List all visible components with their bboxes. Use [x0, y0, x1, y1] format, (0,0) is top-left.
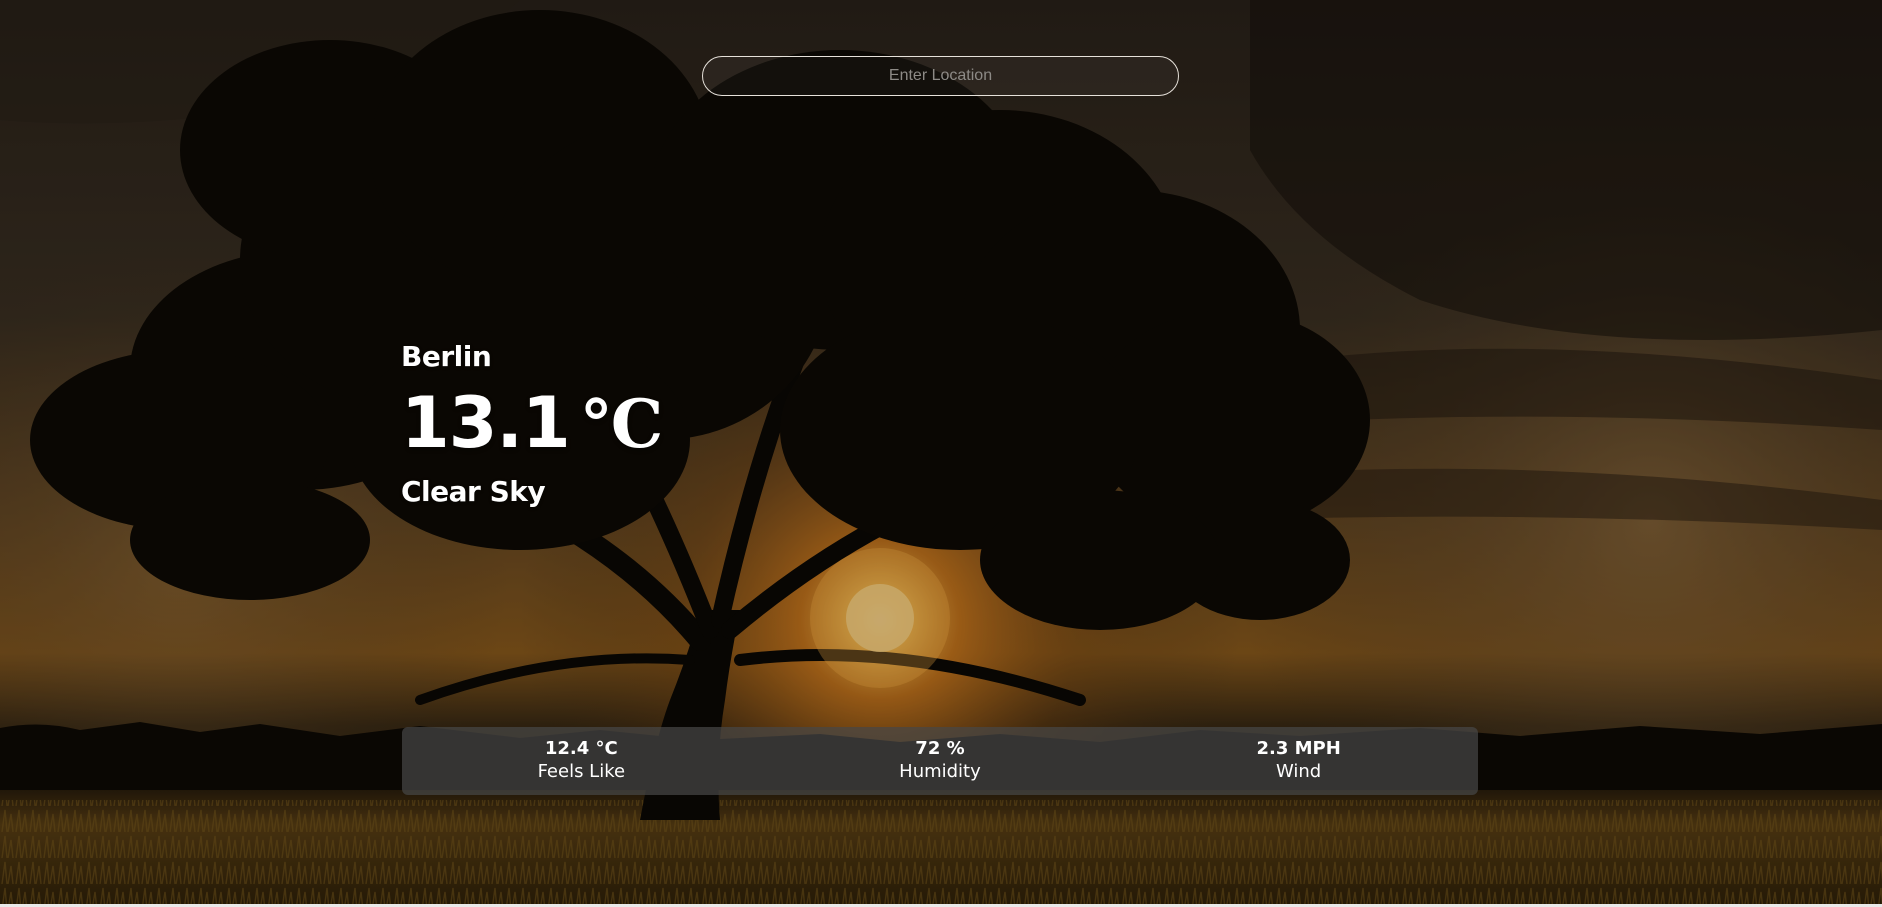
- weather-description: Clear Sky: [401, 475, 546, 508]
- location-name: Berlin: [401, 340, 492, 373]
- humidity-stat: 72 % Humidity: [762, 738, 1117, 784]
- humidity-value: 72 %: [915, 738, 965, 759]
- temperature-value: 13.1: [401, 382, 571, 464]
- feels-like-label: Feels Like: [537, 761, 626, 782]
- current-temperature: 13.1 °C: [401, 388, 663, 458]
- feels-like-value: 12.4 °C: [544, 738, 618, 759]
- search-bar: [702, 56, 1179, 96]
- wind-label: Wind: [1276, 761, 1322, 782]
- location-search-input[interactable]: [702, 56, 1179, 96]
- wind-value: 2.3 MPH: [1256, 738, 1341, 759]
- temperature-unit: °C: [579, 385, 664, 463]
- wind-stat: 2.3 MPH Wind: [1121, 738, 1476, 784]
- weather-app: Berlin 13.1°C Clear Sky 12.4 °C Feels Li…: [0, 0, 1882, 907]
- feels-like-stat: 12.4 °C Feels Like: [404, 738, 759, 784]
- weather-details-panel: 12.4 °C Feels Like 72 % Humidity 2.3 MPH…: [402, 727, 1478, 795]
- humidity-label: Humidity: [899, 761, 981, 782]
